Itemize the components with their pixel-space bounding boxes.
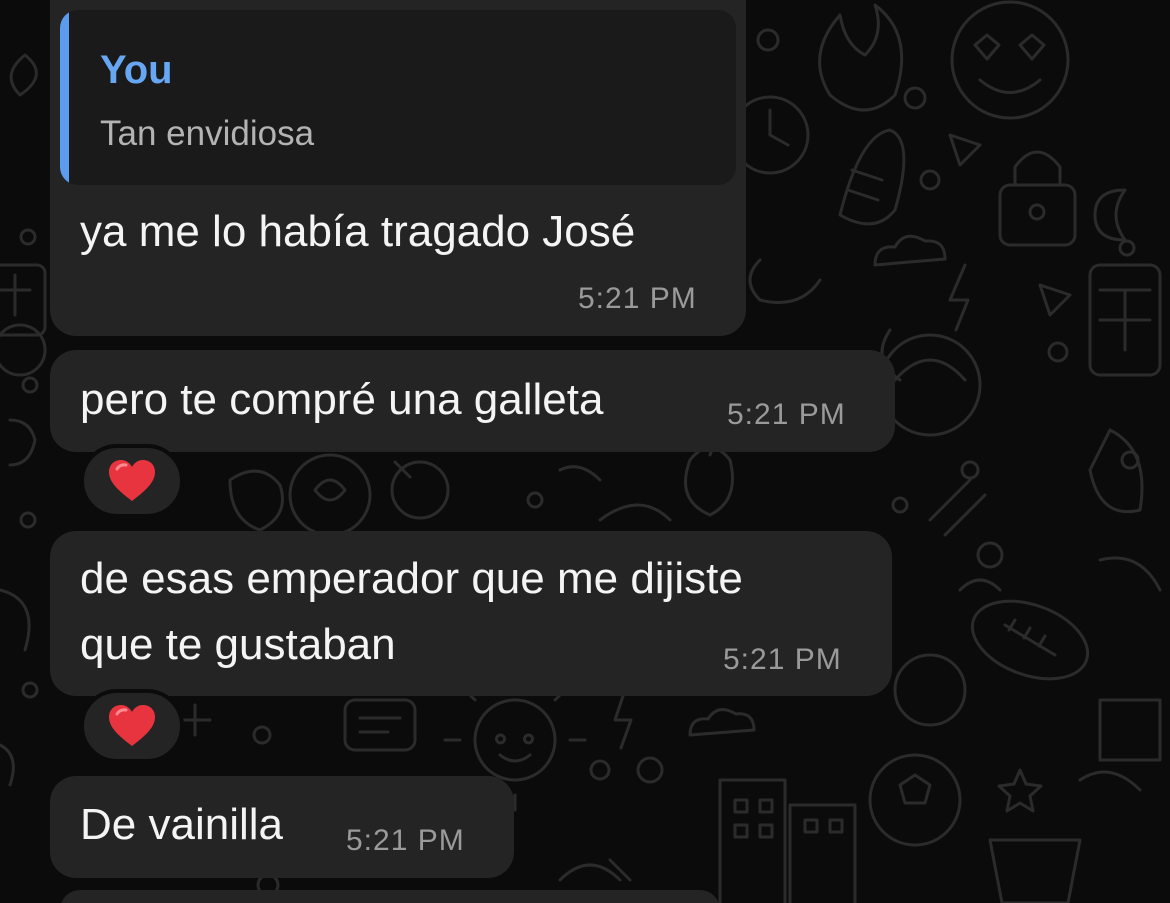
- quoted-text: Tan envidiosa: [100, 114, 315, 153]
- message-timestamp: 5:21 PM: [578, 282, 697, 315]
- message-text: De vainilla: [80, 800, 283, 849]
- message-text: ya me lo había tragado José: [80, 207, 636, 256]
- message-bubble[interactable]: De vainilla 5:21 PM: [50, 776, 514, 878]
- message-text: que te gustaban: [80, 620, 396, 669]
- chat-view: You Tan envidiosa ya me lo había tragado…: [0, 0, 1170, 903]
- message-text: pero te compré una galleta: [80, 375, 604, 424]
- message-timestamp: 5:21 PM: [727, 398, 846, 431]
- message-bubble[interactable]: pero te compré una galleta 5:21 PM: [50, 350, 895, 452]
- message-bubble[interactable]: de esas emperador que me dijiste que te …: [50, 531, 892, 696]
- quote-accent-bar: [60, 10, 69, 185]
- message-bubble-partial[interactable]: [60, 890, 720, 903]
- quoted-reply[interactable]: You Tan envidiosa: [60, 10, 736, 185]
- message-text: de esas emperador que me dijiste: [80, 554, 743, 603]
- message-timestamp: 5:21 PM: [723, 643, 842, 676]
- message-bubble[interactable]: You Tan envidiosa ya me lo había tragado…: [50, 0, 746, 336]
- quoted-author: You: [100, 48, 173, 92]
- heart-icon: [109, 705, 155, 746]
- message-timestamp: 5:21 PM: [346, 824, 465, 857]
- reaction-badge[interactable]: [80, 444, 184, 518]
- reaction-badge[interactable]: [80, 689, 184, 763]
- heart-icon: [109, 460, 155, 501]
